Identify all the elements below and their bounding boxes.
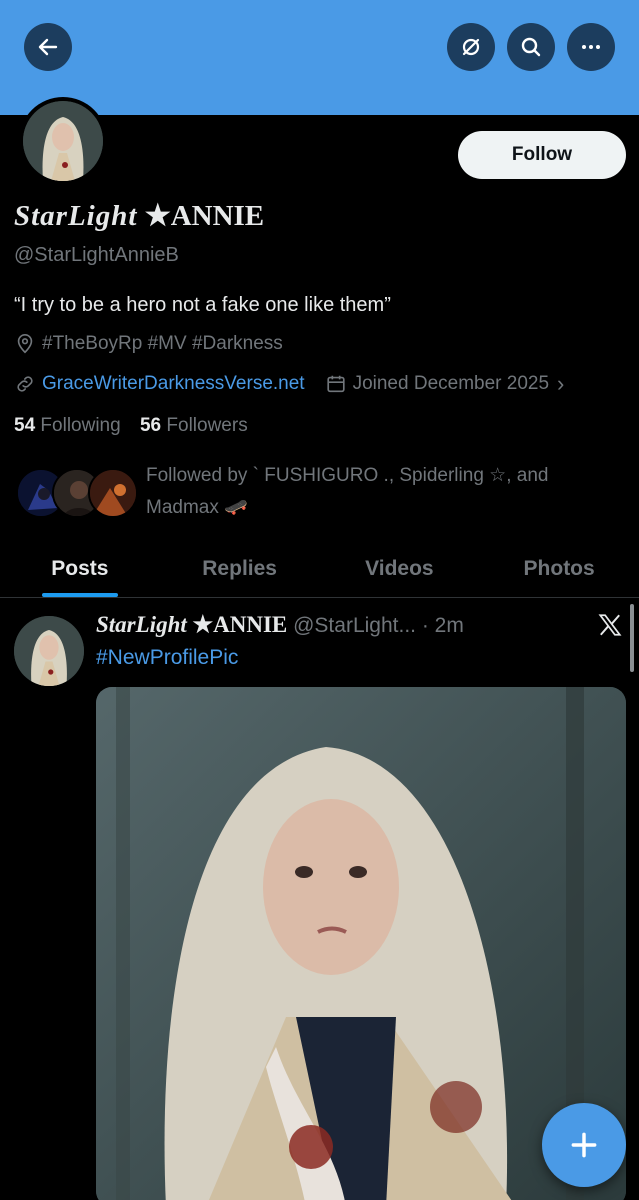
location-pin-icon [17, 334, 33, 354]
display-name-rest: ANNIE [170, 200, 265, 232]
following-count: 54 [14, 415, 36, 436]
plus-icon [571, 1132, 597, 1158]
tab-posts[interactable]: Posts [0, 540, 160, 597]
more-button[interactable] [567, 23, 615, 71]
post-hashtag[interactable]: #NewProfilePic [96, 646, 238, 670]
calendar-icon [326, 375, 345, 393]
post-author-name[interactable]: StarLight ★ANNIE [96, 612, 287, 637]
followers-count: 56 [139, 415, 162, 436]
arrow-left-icon [38, 38, 58, 56]
post-author-rest: ANNIE [213, 612, 288, 637]
links-row: GraceWriterDarknessVerse.net Joined Dece… [14, 371, 564, 397]
profile-avatar[interactable] [19, 97, 107, 185]
chevron-right-icon[interactable]: › [557, 371, 564, 397]
media-photo [96, 687, 626, 1200]
post-time: · 2m [421, 614, 464, 637]
more-horizontal-icon [582, 45, 600, 49]
tab-photos[interactable]: Photos [479, 540, 639, 597]
search-button[interactable] [507, 23, 555, 71]
scrollbar[interactable] [630, 604, 634, 672]
tab-replies[interactable]: Replies [160, 540, 320, 597]
search-icon [521, 37, 541, 57]
post-header: StarLight ★ANNIE @StarLight... · 2m [96, 612, 464, 638]
avatar-image [14, 616, 84, 686]
profile-bio: “I try to be a hero not a fake one like … [14, 294, 391, 316]
post-avatar[interactable] [14, 616, 84, 686]
profile-tabs: Posts Replies Videos Photos [0, 540, 639, 598]
star-glyph: ★ [192, 612, 214, 637]
post-author-handle: @StarLight... [293, 614, 416, 637]
display-name-script: StarLight [14, 200, 138, 232]
back-button[interactable] [24, 23, 72, 71]
avatar-image [23, 101, 103, 181]
compose-button[interactable] [542, 1103, 626, 1187]
link-icon [17, 376, 33, 392]
grok-icon [462, 38, 480, 56]
location-row: #TheBoyRp #MV #Darkness [14, 333, 283, 355]
followers-label: Followers [166, 415, 248, 436]
followers-link[interactable]: 56 Followers [140, 415, 248, 436]
tab-videos[interactable]: Videos [320, 540, 480, 597]
profile-handle: @StarLightAnnieB [14, 244, 179, 266]
star-glyph: ★ [144, 200, 171, 232]
follow-counts: 54 Following 56 Followers [14, 415, 248, 437]
follow-button[interactable]: Follow [458, 131, 626, 179]
website-link[interactable]: GraceWriterDarknessVerse.net [42, 373, 305, 395]
post-author-script: StarLight [96, 612, 187, 637]
x-logo-icon [598, 614, 622, 636]
display-name: StarLight ★ANNIE [14, 198, 264, 233]
grok-button[interactable] [447, 23, 495, 71]
mutual-avatar [88, 468, 138, 518]
following-label: Following [40, 415, 121, 436]
location-text: #TheBoyRp #MV #Darkness [42, 333, 283, 354]
joined-date: Joined December 2025 [352, 373, 550, 394]
mutual-followers-avatars[interactable] [16, 468, 138, 518]
post-media-image[interactable] [96, 687, 626, 1200]
following-link[interactable]: 54 Following [14, 415, 121, 436]
followed-by-text[interactable]: Followed by ` FUSHIGURO ., Spiderling ☆,… [146, 460, 626, 524]
